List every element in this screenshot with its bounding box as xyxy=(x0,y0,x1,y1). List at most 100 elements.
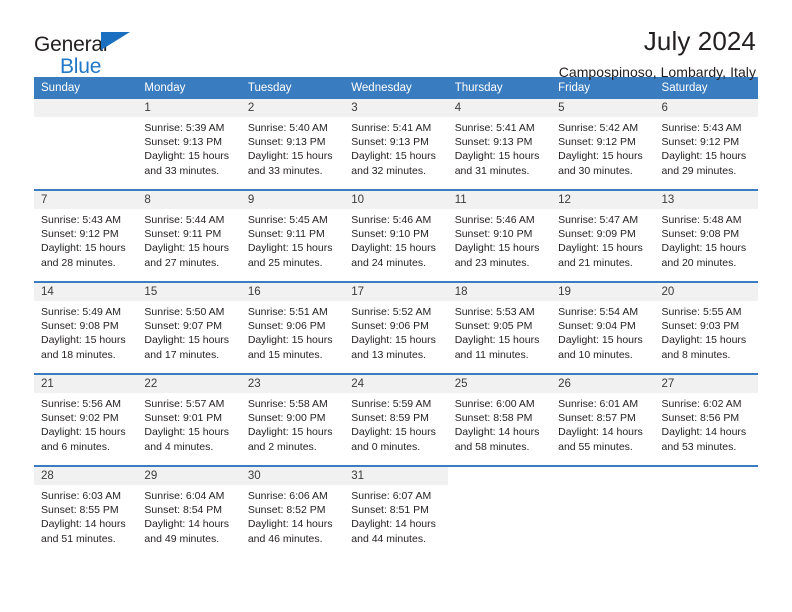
calendar-page: General Blue July 2024 Campospinoso, Lom… xyxy=(0,0,792,612)
daylight-text-line2: and 6 minutes. xyxy=(41,440,110,453)
day-cell[interactable] xyxy=(447,465,552,557)
day-cell[interactable] xyxy=(654,465,758,557)
day-cell[interactable]: 21 Sunrise: 5:56 AM Sunset: 9:02 PM Dayligh… xyxy=(34,373,138,466)
day-number: 10 xyxy=(344,191,448,209)
daylight-text-line2: and 15 minutes. xyxy=(247,348,323,361)
day-cell[interactable]: 10 Sunrise: 5:46 AM Sunset: 9:10 PM Dayligh… xyxy=(344,189,448,282)
day-info: Sunrise: 5:55 AM Sunset: 9:03 PM Daylight:… xyxy=(655,301,758,362)
day-number: 13 xyxy=(654,191,758,209)
weekday-header-saturday: Saturday xyxy=(654,77,758,99)
daylight-text-line1: Daylight: 14 hours xyxy=(144,518,230,531)
day-cell[interactable]: 18 Sunrise: 5:53 AM Sunset: 9:05 PM Dayligh… xyxy=(447,281,552,374)
weekday-header-friday: Friday xyxy=(551,77,655,99)
daylight-text-line2: and 51 minutes. xyxy=(41,532,116,545)
daylight-text-line1: Daylight: 14 hours xyxy=(454,426,540,439)
daylight-text-line2: and 31 minutes. xyxy=(454,164,530,177)
day-cell[interactable] xyxy=(551,465,655,557)
day-cell[interactable]: 2 Sunrise: 5:40 AM Sunset: 9:13 PM Daylight… xyxy=(240,99,345,190)
sunset-text: Sunset: 9:12 PM xyxy=(558,136,636,149)
daylight-text-line1: Daylight: 15 hours xyxy=(454,242,540,255)
sunrise-text: Sunrise: 5:48 AM xyxy=(661,214,742,226)
day-number: 9 xyxy=(240,191,345,209)
day-number: 26 xyxy=(551,375,655,393)
day-info: Sunrise: 5:46 AM Sunset: 9:10 PM Daylight:… xyxy=(344,209,447,270)
daylight-text-line2: and 17 minutes. xyxy=(144,348,220,361)
day-cell[interactable]: 13 Sunrise: 5:48 AM Sunset: 9:08 PM Dayligh… xyxy=(654,189,758,282)
daylight-text-line1: Daylight: 15 hours xyxy=(41,426,126,439)
day-cell[interactable]: 7 Sunrise: 5:43 AM Sunset: 9:12 PM Daylight… xyxy=(34,189,138,282)
day-number: 29 xyxy=(137,467,241,485)
daylight-text-line2: and 20 minutes. xyxy=(661,256,737,269)
brand-name-general: General xyxy=(34,33,108,56)
page-title: July 2024 xyxy=(643,26,756,56)
day-cell[interactable]: 22 Sunrise: 5:57 AM Sunset: 9:01 PM Dayligh… xyxy=(137,373,241,466)
day-cell[interactable]: 27 Sunrise: 6:02 AM Sunset: 8:56 PM Dayligh… xyxy=(654,373,758,466)
sunset-text: Sunset: 9:03 PM xyxy=(661,320,740,333)
day-cell[interactable]: 4 Sunrise: 5:41 AM Sunset: 9:13 PM Daylight… xyxy=(447,99,552,190)
day-cell[interactable]: 30 Sunrise: 6:06 AM Sunset: 8:52 PM Dayligh… xyxy=(240,465,345,557)
daylight-text-line2: and 44 minutes. xyxy=(351,532,426,545)
day-cell[interactable] xyxy=(34,99,138,190)
day-number: 2 xyxy=(240,99,345,117)
day-number: 22 xyxy=(137,375,241,393)
daylight-text-line1: Daylight: 15 hours xyxy=(558,334,643,347)
daylight-text-line2: and 53 minutes. xyxy=(661,440,737,453)
day-cell[interactable]: 9 Sunrise: 5:45 AM Sunset: 9:11 PM Daylight… xyxy=(240,189,345,282)
daylight-text-line1: Daylight: 15 hours xyxy=(247,334,333,347)
day-cell[interactable]: 26 Sunrise: 6:01 AM Sunset: 8:57 PM Dayligh… xyxy=(551,373,655,466)
day-info: Sunrise: 6:02 AM Sunset: 8:56 PM Daylight:… xyxy=(655,393,758,454)
day-cell[interactable]: 28 Sunrise: 6:03 AM Sunset: 8:55 PM Dayligh… xyxy=(34,465,138,557)
weekday-header-tuesday: Tuesday xyxy=(240,77,345,99)
day-info: Sunrise: 5:53 AM Sunset: 9:05 PM Daylight:… xyxy=(448,301,551,362)
sunset-text: Sunset: 8:55 PM xyxy=(41,504,119,517)
day-info: Sunrise: 5:41 AM Sunset: 9:13 PM Daylight:… xyxy=(448,117,551,178)
daylight-text-line1: Daylight: 15 hours xyxy=(661,334,747,347)
day-cell[interactable]: 31 Sunrise: 6:07 AM Sunset: 8:51 PM Dayligh… xyxy=(344,465,448,557)
day-cell[interactable]: 3 Sunrise: 5:41 AM Sunset: 9:13 PM Daylight… xyxy=(344,99,448,190)
daylight-text-line2: and 13 minutes. xyxy=(351,348,426,361)
day-number: 15 xyxy=(137,283,241,301)
sunrise-text: Sunrise: 5:56 AM xyxy=(41,398,121,410)
day-number: 21 xyxy=(34,375,138,393)
sunrise-text: Sunrise: 5:58 AM xyxy=(247,398,328,410)
day-cell[interactable]: 12 Sunrise: 5:47 AM Sunset: 9:09 PM Dayligh… xyxy=(551,189,655,282)
daylight-text-line1: Daylight: 15 hours xyxy=(41,334,126,347)
day-cell[interactable]: 17 Sunrise: 5:52 AM Sunset: 9:06 PM Dayligh… xyxy=(344,281,448,374)
day-cell[interactable]: 24 Sunrise: 5:59 AM Sunset: 8:59 PM Dayligh… xyxy=(344,373,448,466)
day-info xyxy=(448,485,551,489)
sunrise-text: Sunrise: 5:51 AM xyxy=(247,306,328,318)
day-info: Sunrise: 5:49 AM Sunset: 9:08 PM Daylight:… xyxy=(34,301,137,362)
sunset-text: Sunset: 9:13 PM xyxy=(247,136,326,149)
day-info xyxy=(551,485,654,489)
day-number: 31 xyxy=(344,467,448,485)
day-cell[interactable]: 11 Sunrise: 5:46 AM Sunset: 9:10 PM Dayligh… xyxy=(447,189,552,282)
day-info: Sunrise: 5:45 AM Sunset: 9:11 PM Daylight:… xyxy=(241,209,344,270)
day-info: Sunrise: 5:39 AM Sunset: 9:13 PM Daylight:… xyxy=(137,117,240,178)
brand-logo[interactable]: General Blue xyxy=(34,28,154,77)
day-cell[interactable]: 15 Sunrise: 5:50 AM Sunset: 9:07 PM Dayligh… xyxy=(137,281,241,374)
day-cell[interactable]: 29 Sunrise: 6:04 AM Sunset: 8:54 PM Dayligh… xyxy=(137,465,241,557)
daylight-text-line1: Daylight: 15 hours xyxy=(144,242,230,255)
sunrise-text: Sunrise: 5:43 AM xyxy=(41,214,121,226)
day-cell[interactable]: 16 Sunrise: 5:51 AM Sunset: 9:06 PM Dayligh… xyxy=(240,281,345,374)
day-cell[interactable]: 6 Sunrise: 5:43 AM Sunset: 9:12 PM Daylight… xyxy=(654,99,758,190)
daylight-text-line2: and 11 minutes. xyxy=(454,348,529,361)
day-cell[interactable]: 14 Sunrise: 5:49 AM Sunset: 9:08 PM Dayligh… xyxy=(34,281,138,374)
daylight-text-line1: Daylight: 15 hours xyxy=(144,426,230,439)
day-cell[interactable]: 23 Sunrise: 5:58 AM Sunset: 9:00 PM Dayligh… xyxy=(240,373,345,466)
calendar-head: Sunday Monday Tuesday Wednesday Thursday… xyxy=(34,77,758,99)
daylight-text-line1: Daylight: 14 hours xyxy=(247,518,333,531)
sunrise-text: Sunrise: 5:41 AM xyxy=(351,122,432,134)
day-cell[interactable]: 1 Sunrise: 5:39 AM Sunset: 9:13 PM Daylight… xyxy=(137,99,241,190)
daylight-text-line1: Daylight: 15 hours xyxy=(41,242,126,255)
day-info: Sunrise: 5:50 AM Sunset: 9:07 PM Daylight:… xyxy=(137,301,240,362)
day-info: Sunrise: 5:40 AM Sunset: 9:13 PM Daylight:… xyxy=(241,117,344,178)
day-cell[interactable]: 5 Sunrise: 5:42 AM Sunset: 9:12 PM Daylight… xyxy=(551,99,655,190)
day-cell[interactable]: 8 Sunrise: 5:44 AM Sunset: 9:11 PM Daylight… xyxy=(137,189,241,282)
sunset-text: Sunset: 9:10 PM xyxy=(351,228,429,241)
sunrise-text: Sunrise: 6:02 AM xyxy=(661,398,742,410)
daylight-text-line1: Daylight: 14 hours xyxy=(661,426,747,439)
day-cell[interactable]: 25 Sunrise: 6:00 AM Sunset: 8:58 PM Dayligh… xyxy=(447,373,552,466)
day-cell[interactable]: 20 Sunrise: 5:55 AM Sunset: 9:03 PM Dayligh… xyxy=(654,281,758,374)
day-cell[interactable]: 19 Sunrise: 5:54 AM Sunset: 9:04 PM Dayligh… xyxy=(551,281,655,374)
